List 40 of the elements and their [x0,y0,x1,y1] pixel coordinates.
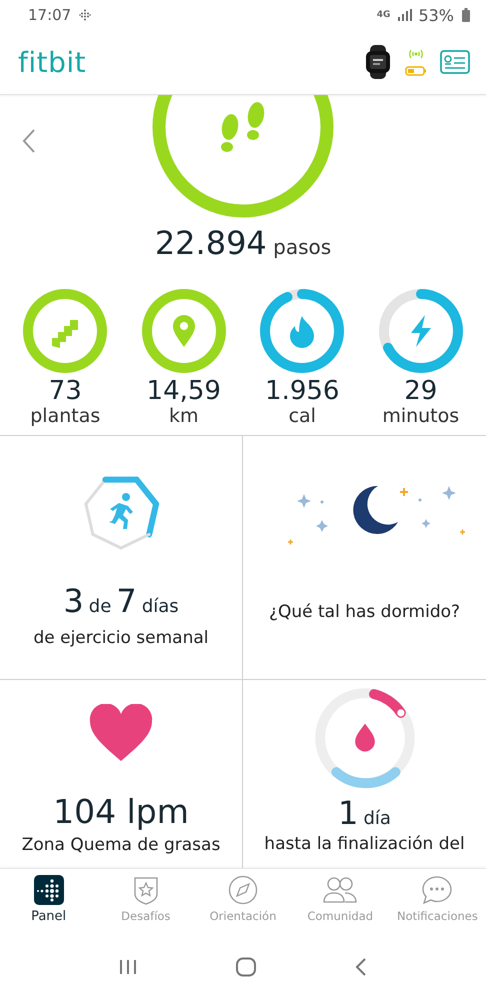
nav-tab[interactable]: Comunidad [292,869,389,935]
stat-value: 29 [404,377,438,405]
tile-caption: de ejercicio semanal [33,628,209,648]
back-chevron-icon[interactable] [22,128,36,154]
home-icon[interactable] [234,957,257,977]
dashboard-icon [34,875,64,905]
network-label: 4G [376,10,390,20]
nav-tab[interactable]: Orientación [194,869,292,935]
tile-caption: Zona Quema de grasas [22,835,220,855]
tile-caption: ¿Qué tal has dormido? [268,602,460,622]
signal-icon [398,9,412,21]
stat-value: 73 [48,377,82,405]
watch-icon[interactable] [364,45,392,79]
profile-card-icon[interactable] [440,50,470,74]
cycle-count: 1 día [338,794,391,832]
battery-percent: 53% [418,6,454,24]
recent-apps-icon[interactable] [118,959,138,975]
tile-caption: hasta la finalización del [264,834,465,854]
stat-label: km [168,405,198,427]
heart-icon [89,704,153,762]
stat-label: plantas [30,405,100,427]
stat-label: cal [288,405,316,427]
flame-icon [288,314,316,348]
battery-icon [462,8,470,22]
heart-rate-value: 104 lpm [53,792,189,831]
compass-icon [228,875,258,905]
stat-value: 1.956 [265,377,340,405]
people-icon [323,875,358,905]
nav-tab[interactable]: Panel [0,869,98,935]
nav-tab[interactable]: Desafíos [97,869,194,935]
stat-label: minutos [382,405,460,427]
nav-tab[interactable]: Notificaciones [388,869,486,935]
clock-time: 17:07 [28,6,72,24]
app-logo: fitbit [18,46,86,78]
stat-value: 14,59 [146,377,221,405]
step-count: 22.894 pasos [154,224,332,262]
exercise-count: 3 de 7 días [63,582,179,620]
dots-icon [79,9,92,21]
back-icon[interactable] [354,958,368,976]
chat-bubble-icon [421,875,454,905]
